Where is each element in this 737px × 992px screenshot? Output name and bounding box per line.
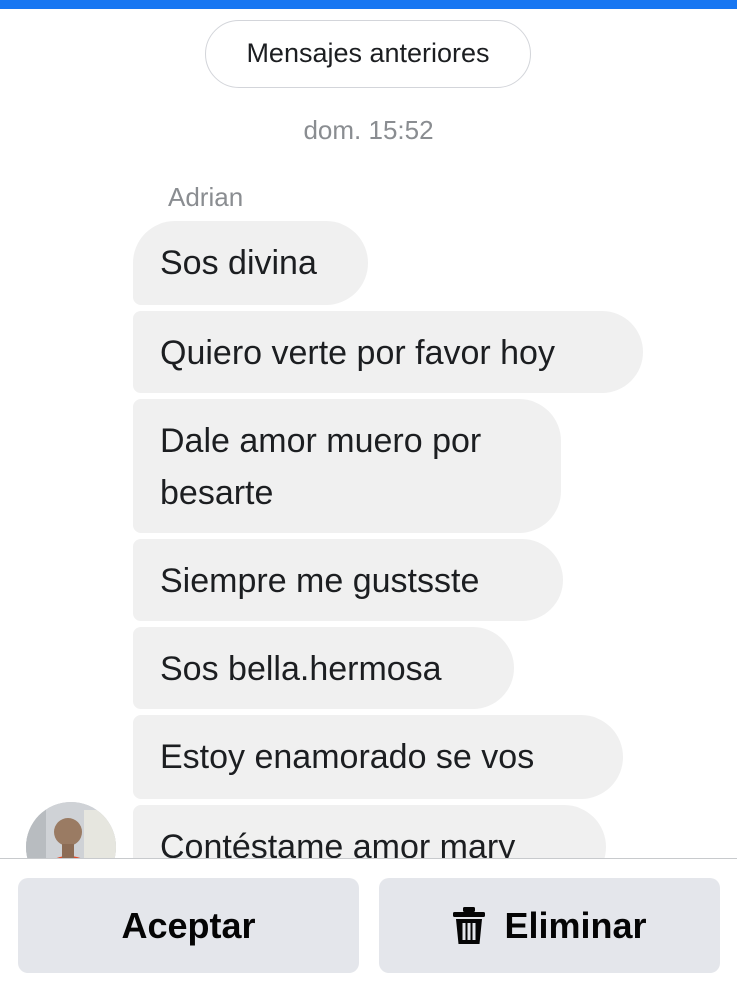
message-bubble[interactable]: Sos divina — [133, 221, 368, 305]
message-bubble[interactable]: Siempre me gustsste — [133, 539, 563, 621]
accept-button-label: Aceptar — [121, 904, 256, 946]
message-bubble[interactable]: Dale amor muero por besarte — [133, 399, 561, 533]
message-request-screen: Mensajes anteriores dom. 15:52 Adrian So… — [0, 0, 737, 992]
message-bubble[interactable]: Quiero verte por favor hoy — [133, 311, 643, 393]
message-thread[interactable]: Mensajes anteriores dom. 15:52 Adrian So… — [0, 0, 737, 858]
trash-icon — [453, 906, 486, 944]
message-bubble[interactable]: Contéstame amor mary — [133, 805, 606, 858]
user-avatar-icon — [26, 802, 116, 858]
delete-button[interactable]: Eliminar — [379, 878, 720, 973]
message-bubble[interactable]: Estoy enamorado se vos — [133, 715, 623, 799]
sender-avatar[interactable] — [26, 802, 116, 858]
accept-button[interactable]: Aceptar — [18, 878, 359, 973]
delete-button-label: Eliminar — [504, 904, 647, 946]
message-bubble[interactable]: Sos bella.hermosa — [133, 627, 514, 709]
request-action-bar: Aceptar Eliminar — [0, 859, 737, 992]
message-timestamp: dom. 15:52 — [303, 115, 434, 145]
older-messages-button[interactable]: Mensajes anteriores — [205, 20, 531, 88]
sender-name: Adrian — [168, 182, 244, 212]
